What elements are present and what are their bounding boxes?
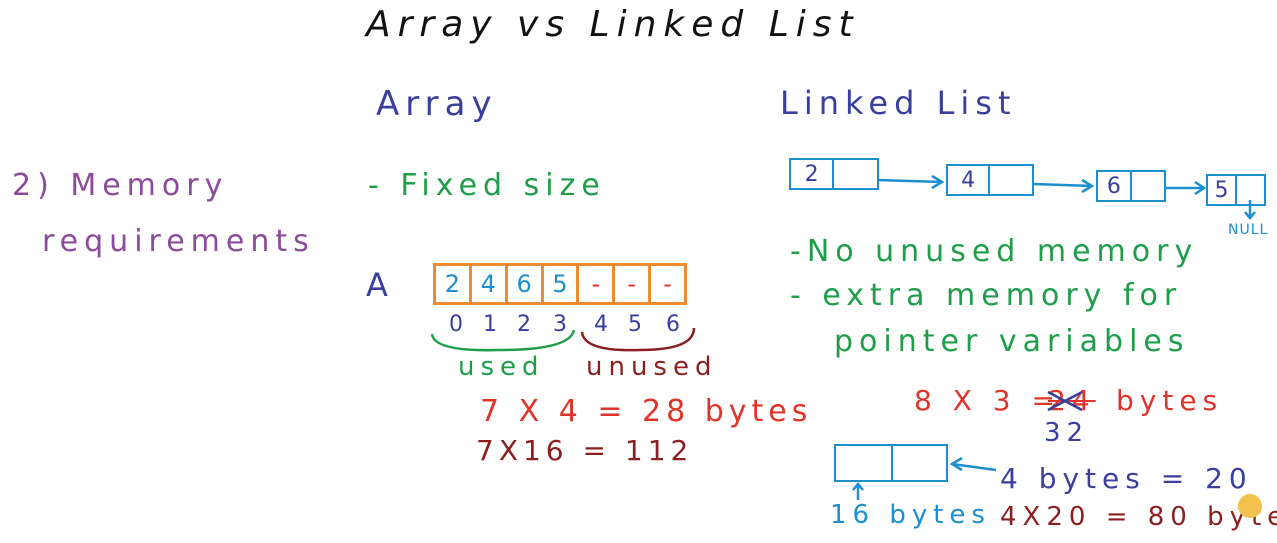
used-bracket — [430, 329, 576, 352]
corner-badge — [1238, 494, 1262, 518]
strike-mark — [1047, 390, 1083, 412]
unused-bracket — [580, 327, 696, 352]
arrow-line — [878, 178, 943, 184]
annotation-strokes — [430, 174, 1262, 518]
arrow-line — [1033, 182, 1093, 188]
